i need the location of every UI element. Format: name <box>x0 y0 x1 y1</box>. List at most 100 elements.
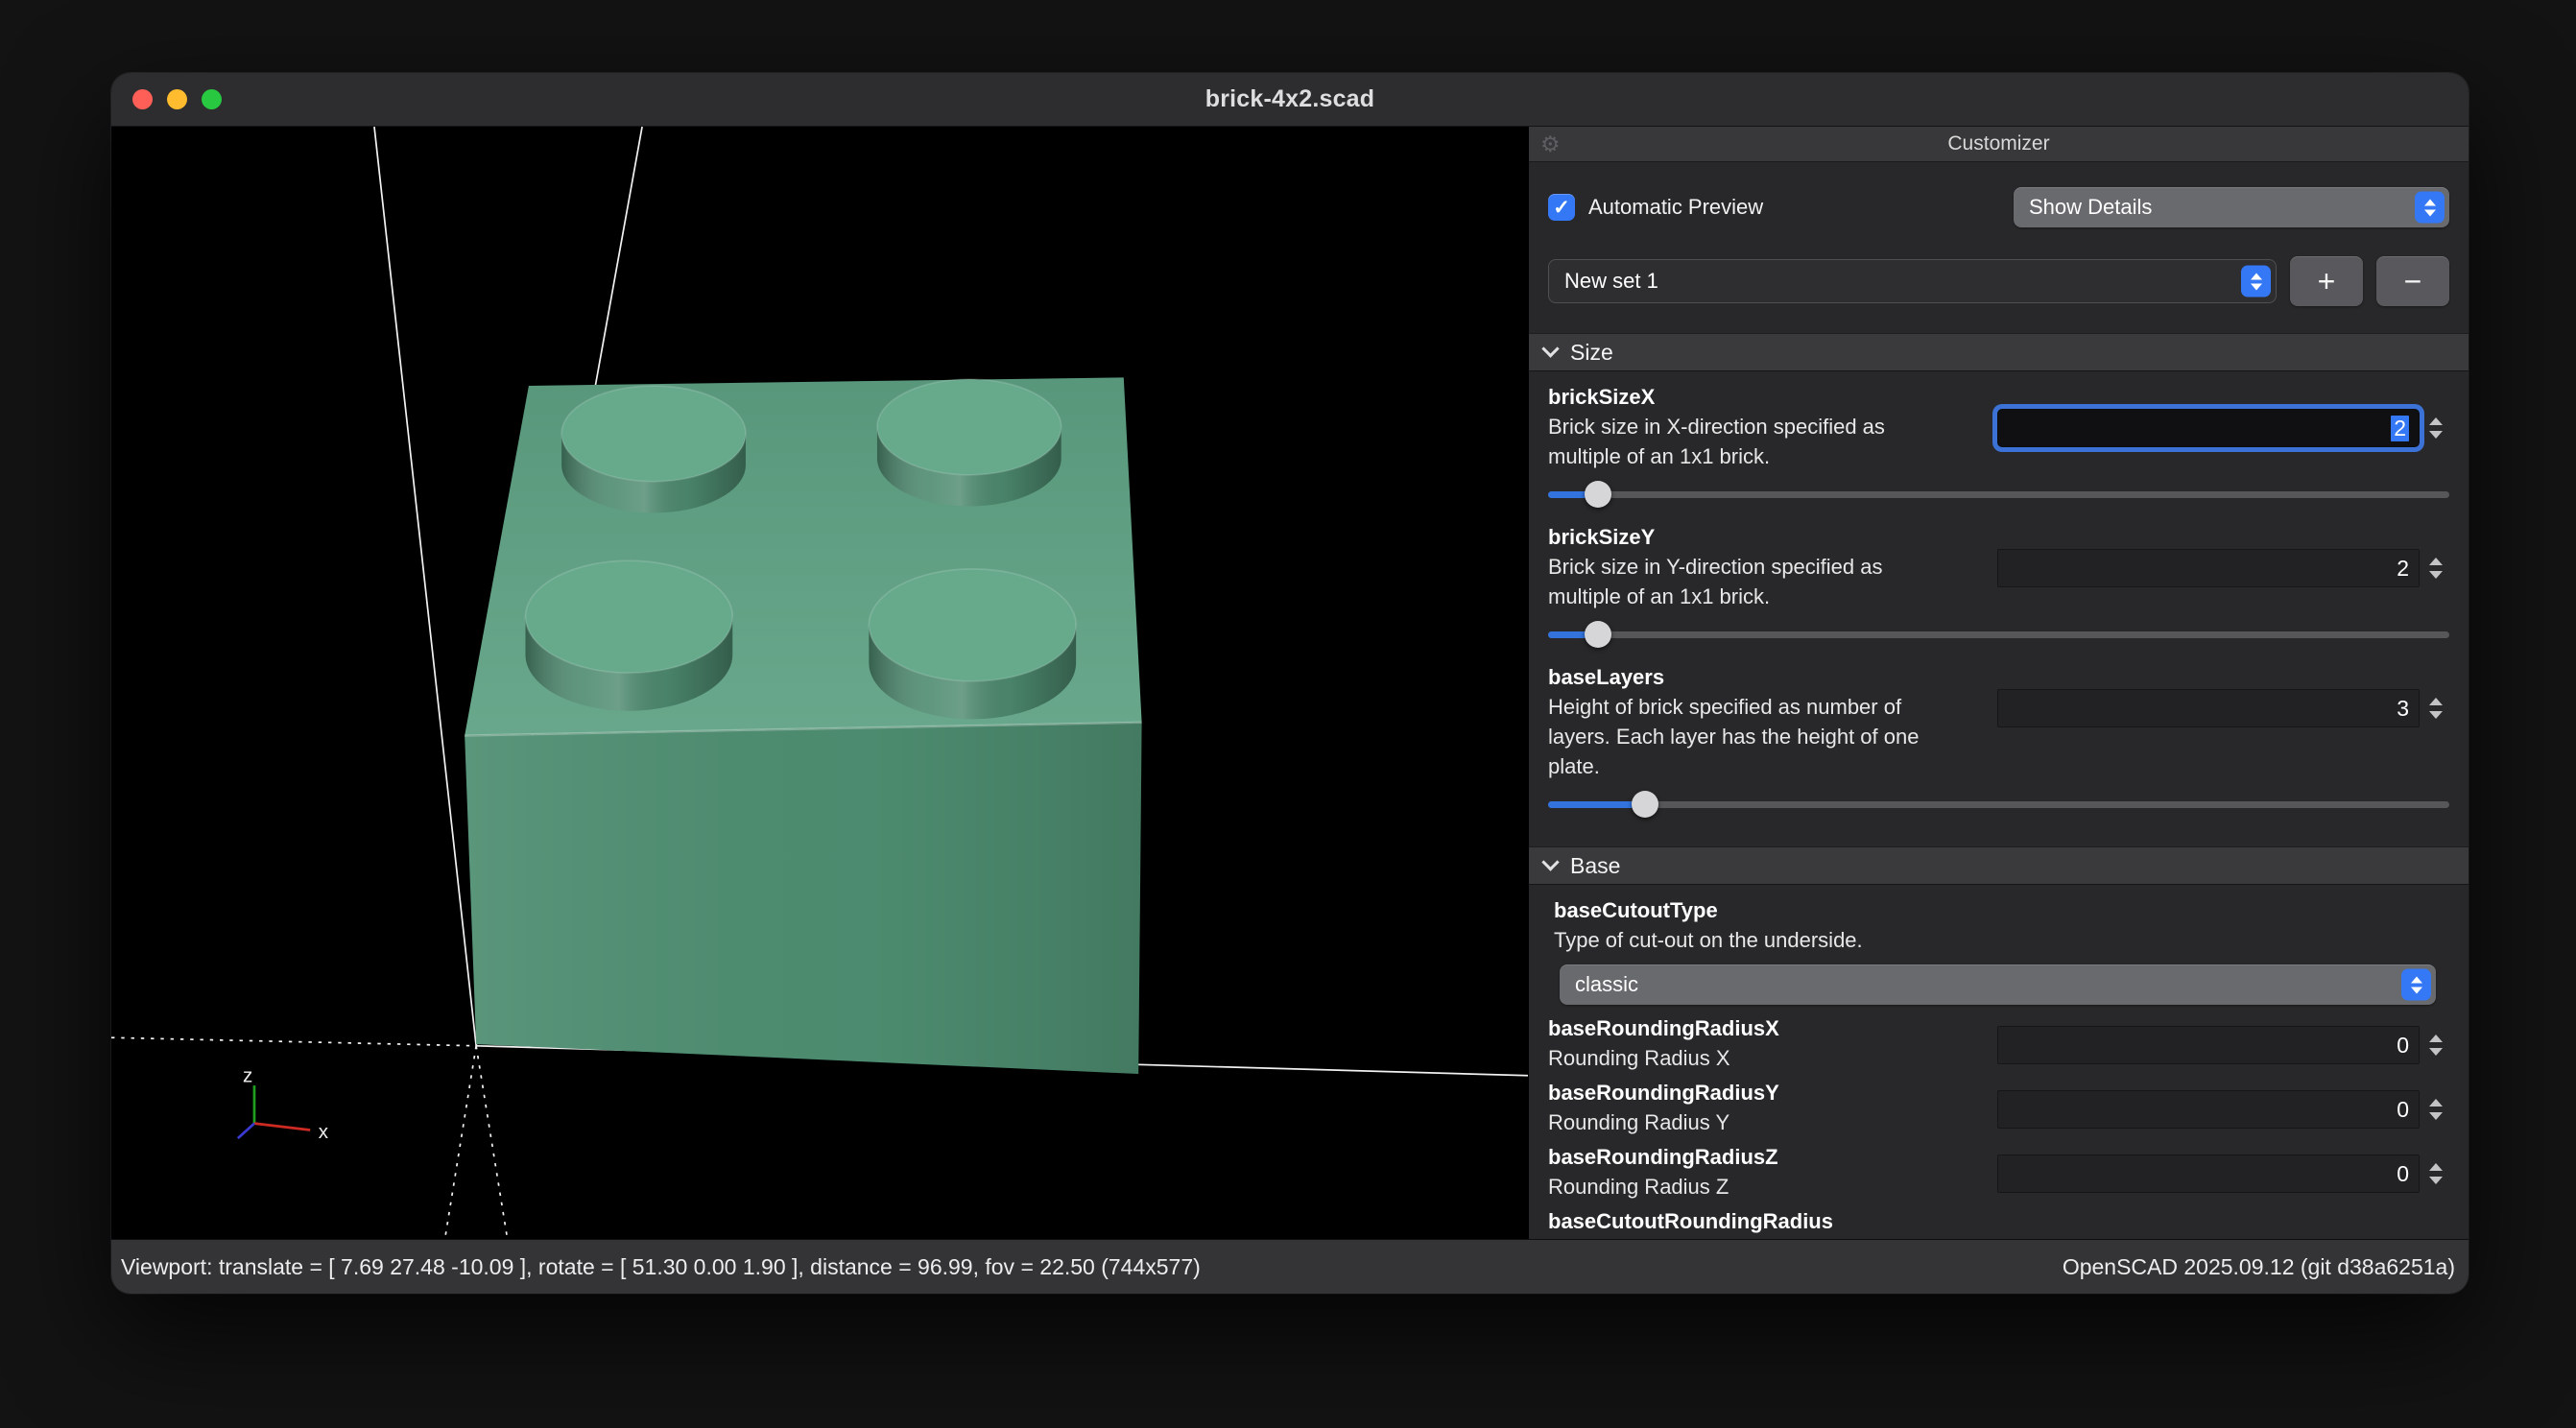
number-control: 2 <box>1997 549 2449 587</box>
slider-thumb[interactable] <box>1585 621 1611 648</box>
number-control: 2 <box>1997 409 2449 447</box>
remove-preset-button[interactable]: − <box>2376 256 2449 306</box>
y-axis-negative-line <box>476 1046 508 1239</box>
spinner-up-icon[interactable] <box>2429 1035 2443 1042</box>
brickSizeY-slider[interactable] <box>1548 619 2449 650</box>
section-size[interactable]: Size <box>1529 333 2469 371</box>
param-brickSizeX: brickSizeX Brick size in X-direction spe… <box>1548 383 2449 510</box>
param-description: Brick size in Y-direction specified as m… <box>1548 552 2028 611</box>
baseRoundingRadiusY-value: 0 <box>2397 1097 2409 1123</box>
chevron-up-icon <box>2251 273 2262 279</box>
param-baseLayers: baseLayers Height of brick specified as … <box>1548 663 2449 820</box>
axis-indicator: z x <box>238 1065 329 1144</box>
spinner-up-icon[interactable] <box>2429 1099 2443 1107</box>
spinner-down-icon[interactable] <box>2429 711 2443 719</box>
spinner-up-icon[interactable] <box>2429 1163 2443 1171</box>
brick-front-shading <box>465 723 1141 1074</box>
add-preset-button[interactable]: + <box>2290 256 2363 306</box>
param-description: Rounding Radius X <box>1548 1043 2028 1073</box>
slider-thumb[interactable] <box>1632 791 1658 818</box>
param-description: Brick size in X-direction specified as m… <box>1548 412 2028 471</box>
openscad-window: brick-4x2.scad <box>111 73 2469 1294</box>
brickSizeY-input[interactable]: 2 <box>1997 549 2420 587</box>
viewport-canvas: z x <box>111 127 1528 1239</box>
section-base[interactable]: Base <box>1529 846 2469 885</box>
window-title: brick-4x2.scad <box>1205 85 1375 113</box>
checkmark-icon: ✓ <box>1553 196 1570 220</box>
customizer-body: ✓ Automatic Preview Show Details New set… <box>1529 162 2469 1239</box>
baseCutoutType-dropdown[interactable]: classic <box>1560 964 2436 1005</box>
param-description: Type of cut-out on the underside. <box>1548 925 2028 955</box>
preset-row: New set 1 + − <box>1548 256 2449 306</box>
dropdown-stepper-icon <box>2415 192 2445 224</box>
param-baseRoundingRadiusY: baseRoundingRadiusY Rounding Radius Y 0 <box>1548 1079 2449 1137</box>
param-name: brickSizeX <box>1548 383 2449 412</box>
baseLayers-slider[interactable] <box>1548 789 2449 820</box>
brickSizeX-input[interactable]: 2 <box>1997 409 2420 447</box>
preset-value: New set 1 <box>1564 269 1658 294</box>
baseRoundingRadiusX-input[interactable]: 0 <box>1997 1026 2420 1064</box>
param-baseCutoutRoundingRadius: baseCutoutRoundingRadius <box>1548 1207 2449 1236</box>
main-area: z x ⚙ Customizer ✓ Automatic Preview Sho… <box>111 127 2469 1239</box>
brickSizeX-slider[interactable] <box>1548 479 2449 510</box>
param-name: baseCutoutRoundingRadius <box>1548 1207 2449 1236</box>
slider-track[interactable] <box>1548 631 2449 638</box>
number-control: 0 <box>1997 1090 2449 1129</box>
show-details-value: Show Details <box>2029 195 2152 220</box>
spinner-down-icon[interactable] <box>2429 1112 2443 1120</box>
status-bar: Viewport: translate = [ 7.69 27.48 -10.0… <box>111 1239 2469 1294</box>
chevron-up-icon <box>2424 199 2436 205</box>
title-bar[interactable]: brick-4x2.scad <box>111 73 2469 127</box>
axis-indicator-y <box>238 1124 254 1138</box>
slider-thumb[interactable] <box>1585 481 1611 508</box>
spinner-icon[interactable] <box>2422 558 2449 579</box>
spinner-down-icon[interactable] <box>2429 1177 2443 1184</box>
spinner-icon[interactable] <box>2422 417 2449 439</box>
param-name: baseCutoutType <box>1548 896 2449 925</box>
add-preset-label: + <box>2318 264 2336 299</box>
automatic-preview-checkbox[interactable]: ✓ <box>1548 194 1575 221</box>
spinner-up-icon[interactable] <box>2429 417 2443 425</box>
spinner-icon[interactable] <box>2422 698 2449 719</box>
3d-viewport[interactable]: z x <box>111 127 1528 1239</box>
spinner-up-icon[interactable] <box>2429 558 2443 565</box>
z-axis-negative-line <box>445 1046 477 1239</box>
section-collapse-icon <box>1541 340 1559 357</box>
chevron-down-icon <box>2411 987 2422 993</box>
baseLayers-value: 3 <box>2397 696 2409 722</box>
customizer-title: Customizer <box>1947 132 2049 155</box>
slider-track[interactable] <box>1548 801 2449 808</box>
spinner-down-icon[interactable] <box>2429 1048 2443 1056</box>
zoom-button[interactable] <box>202 89 222 109</box>
spinner-icon[interactable] <box>2422 1163 2449 1184</box>
automatic-preview-label: Automatic Preview <box>1588 195 2014 220</box>
axis-z-label: z <box>243 1065 252 1087</box>
x-axis-negative-line <box>111 1037 476 1046</box>
spinner-down-icon[interactable] <box>2429 431 2443 439</box>
chevron-up-icon <box>2411 976 2422 983</box>
spinner-up-icon[interactable] <box>2429 698 2443 705</box>
param-baseRoundingRadiusX: baseRoundingRadiusX Rounding Radius X 0 <box>1548 1014 2449 1073</box>
traffic-lights <box>132 73 222 126</box>
show-details-dropdown[interactable]: Show Details <box>2014 187 2449 227</box>
slider-track[interactable] <box>1548 491 2449 498</box>
number-control: 0 <box>1997 1026 2449 1064</box>
minimize-button[interactable] <box>167 89 187 109</box>
axis-x-label: x <box>319 1121 329 1143</box>
spinner-icon[interactable] <box>2422 1099 2449 1120</box>
chevron-down-icon <box>2424 209 2436 216</box>
param-baseRoundingRadiusZ: baseRoundingRadiusZ Rounding Radius Z 0 <box>1548 1143 2449 1202</box>
spinner-icon[interactable] <box>2422 1035 2449 1056</box>
customizer-panel: ⚙ Customizer ✓ Automatic Preview Show De… <box>1528 127 2469 1239</box>
baseRoundingRadiusZ-input[interactable]: 0 <box>1997 1154 2420 1193</box>
spinner-down-icon[interactable] <box>2429 571 2443 579</box>
version-text: OpenSCAD 2025.09.12 (git d38a6251a) <box>2063 1254 2455 1280</box>
close-button[interactable] <box>132 89 153 109</box>
stud-back-left-top <box>561 386 746 482</box>
baseRoundingRadiusX-value: 0 <box>2397 1033 2409 1059</box>
preset-combobox[interactable]: New set 1 <box>1548 259 2277 303</box>
baseRoundingRadiusY-input[interactable]: 0 <box>1997 1090 2420 1129</box>
baseRoundingRadiusZ-value: 0 <box>2397 1161 2409 1187</box>
stud-back-right-top <box>877 379 1061 475</box>
baseLayers-input[interactable]: 3 <box>1997 689 2420 727</box>
